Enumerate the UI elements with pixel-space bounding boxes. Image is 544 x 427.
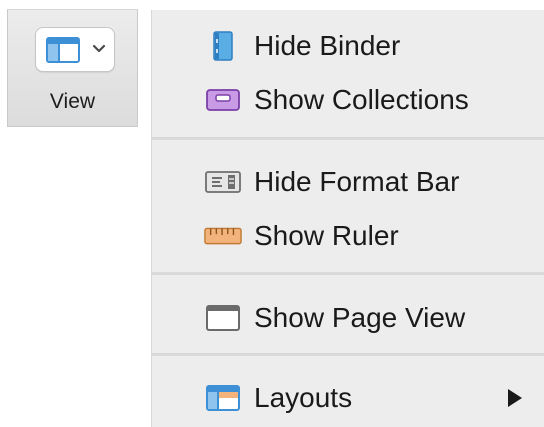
- menu-item-show-collections[interactable]: Show Collections: [152, 72, 544, 128]
- view-toolbar-button[interactable]: View: [7, 9, 138, 127]
- menu-item-show-page-view[interactable]: Show Page View: [152, 290, 544, 346]
- view-button-label: View: [49, 90, 96, 113]
- view-menu: Hide Binder Show Collections Hide Format…: [151, 10, 544, 427]
- view-dropdown-control[interactable]: [35, 27, 115, 72]
- submenu-arrow-icon: [508, 389, 522, 407]
- layouts-icon: [204, 383, 242, 413]
- menu-item-show-ruler[interactable]: Show Ruler: [152, 208, 544, 264]
- format-bar-icon: [204, 167, 242, 197]
- menu-item-label: Show Page View: [254, 302, 466, 333]
- layout-icon: [46, 37, 80, 63]
- menu-item-hide-format-bar[interactable]: Hide Format Bar: [152, 154, 544, 210]
- page-view-icon: [204, 303, 242, 333]
- menu-item-label: Hide Format Bar: [254, 166, 460, 197]
- chevron-down-icon: [92, 44, 106, 53]
- menu-item-label: Hide Binder: [254, 30, 401, 61]
- binder-icon: [204, 31, 242, 61]
- ruler-icon: [204, 221, 242, 251]
- menu-separator: [152, 272, 544, 275]
- menu-item-layouts[interactable]: Layouts: [152, 370, 544, 426]
- collections-icon: [204, 85, 242, 115]
- screen: View Hide Binder Show Collections Hide F…: [0, 0, 544, 427]
- menu-separator: [152, 137, 544, 140]
- menu-item-label: Show Collections: [254, 84, 469, 115]
- menu-item-label: Show Ruler: [254, 220, 399, 251]
- menu-item-label: Layouts: [254, 382, 353, 413]
- menu-item-hide-binder[interactable]: Hide Binder: [152, 18, 544, 74]
- menu-separator: [152, 353, 544, 356]
